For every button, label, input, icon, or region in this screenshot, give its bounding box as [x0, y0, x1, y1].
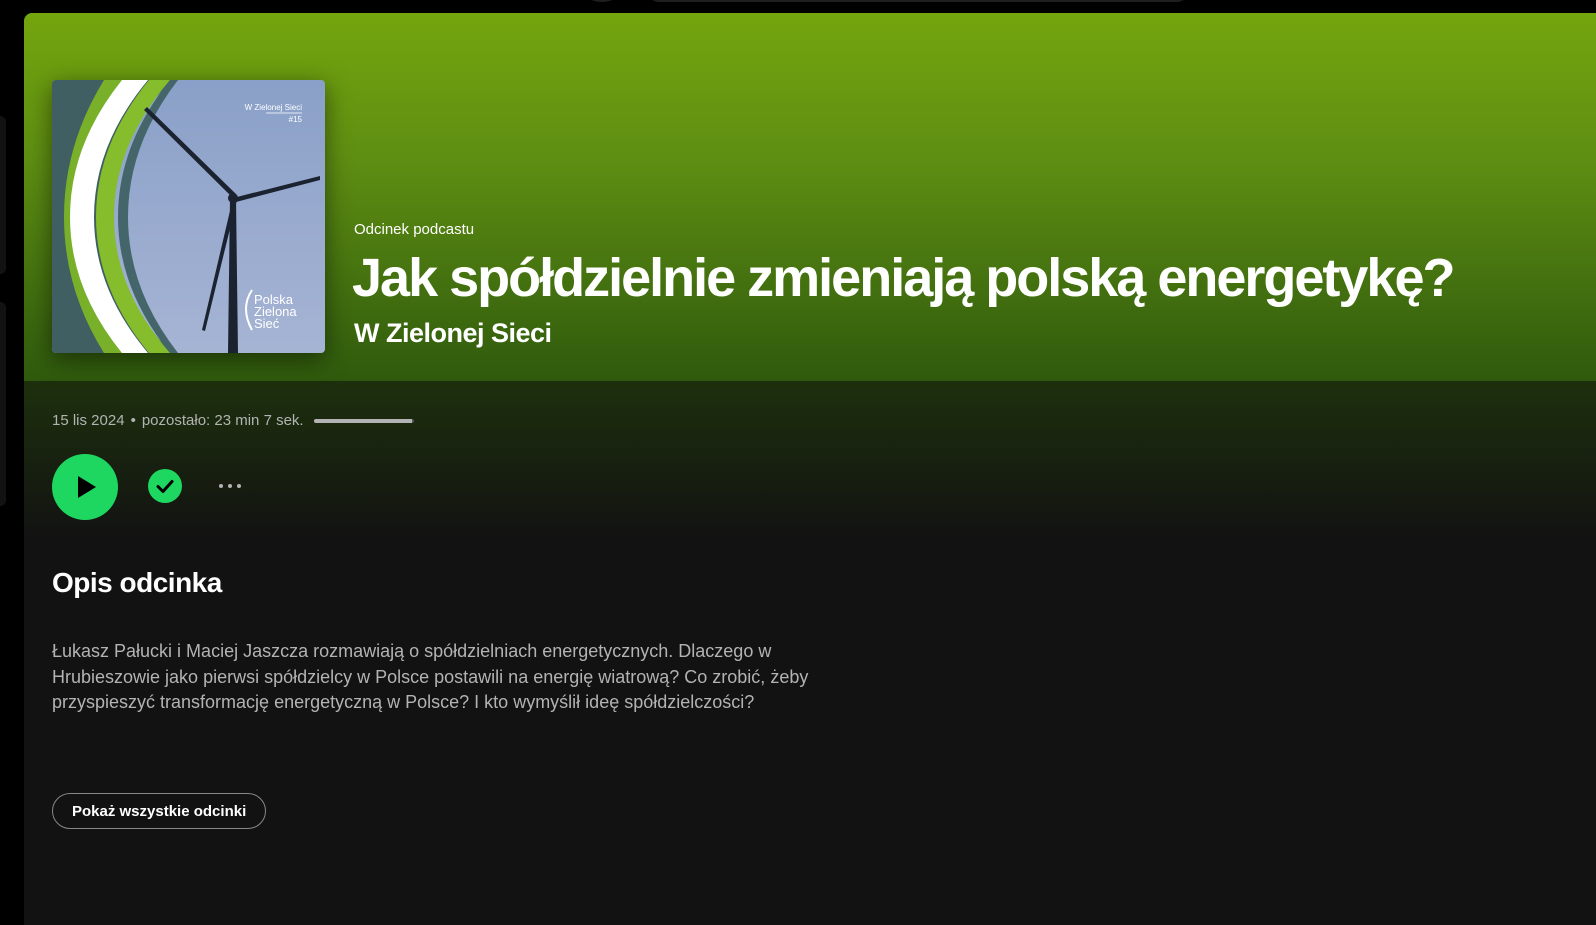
- main-view: W Zielonej Sieci #15 Polska Zielona Sieć…: [24, 13, 1596, 925]
- cover-series-title: W Zielonej Sieci: [245, 103, 303, 112]
- episode-date: 15 lis 2024: [52, 412, 125, 429]
- check-icon: [156, 480, 174, 493]
- play-icon: [78, 476, 96, 498]
- left-sidebar-edge: [0, 13, 14, 925]
- show-name-link[interactable]: W Zielonej Sieci: [354, 318, 552, 349]
- cover-logo-line: Sieć: [254, 316, 280, 331]
- show-all-episodes-button[interactable]: Pokaż wszystkie odcinki: [52, 793, 267, 829]
- episode-progress-bar: [313, 418, 414, 423]
- cover-image: W Zielonej Sieci #15 Polska Zielona Sieć: [52, 80, 325, 353]
- more-options-icon: [228, 484, 232, 488]
- top-bar: [0, 0, 1596, 13]
- sidebar-panel[interactable]: [0, 302, 6, 506]
- episode-cover-art: W Zielonej Sieci #15 Polska Zielona Sieć: [52, 80, 325, 353]
- meta-separator: •: [130, 412, 136, 429]
- time-remaining: pozostało: 23 min 7 sek.: [141, 412, 304, 429]
- header-fade: [24, 381, 1596, 541]
- episode-title: Jak spółdzielnie zmieniają polską energe…: [352, 248, 1455, 308]
- cover-episode-number: #15: [289, 115, 303, 124]
- more-options-icon: [237, 484, 241, 488]
- play-button[interactable]: [52, 454, 118, 520]
- sidebar-panel[interactable]: [0, 116, 6, 274]
- more-options-icon: [219, 484, 223, 488]
- home-button[interactable]: [584, 0, 620, 2]
- episode-type-label: Odcinek podcastu: [354, 221, 475, 238]
- episode-description: Łukasz Pałucki i Maciej Jaszcza rozmawia…: [52, 641, 809, 712]
- episode-progress-fill: [313, 418, 412, 423]
- episode-meta: 15 lis 2024 • pozostało: 23 min 7 sek.: [52, 412, 414, 429]
- description-heading: Opis odcinka: [52, 567, 222, 598]
- search-bar[interactable]: [648, 0, 1188, 2]
- more-options-button[interactable]: [210, 474, 250, 498]
- saved-episode-button[interactable]: [148, 469, 182, 503]
